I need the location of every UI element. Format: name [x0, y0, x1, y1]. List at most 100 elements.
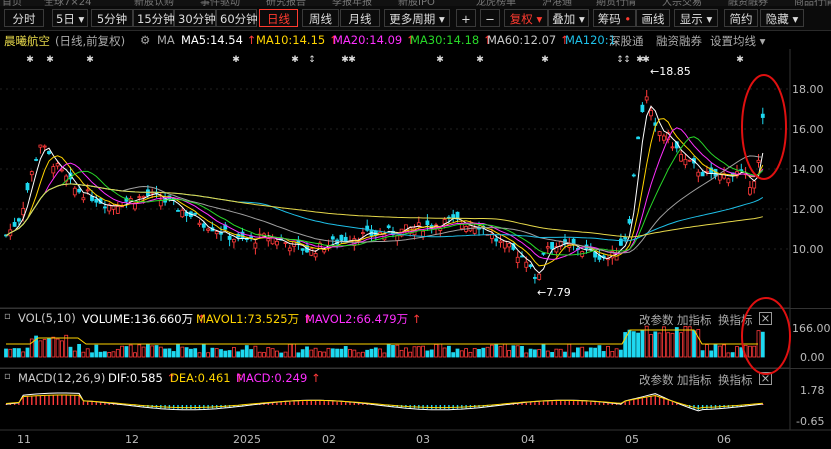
- kline-chart-canvas[interactable]: ✱ ✱ ✱ ✱ ✱ ↕ ✱ ✱ ✱ ✱ ✱ ↕ ↕ ✱✱ ✱: [0, 0, 831, 449]
- candle-body: [649, 110, 653, 117]
- volume-bar: [305, 346, 309, 358]
- candle-body: [760, 113, 765, 118]
- volume-bar: [124, 346, 129, 358]
- candle-body: [550, 242, 554, 250]
- candle-body: [662, 135, 666, 141]
- candle-body: [541, 252, 546, 255]
- volume-bar: [77, 343, 81, 358]
- volume-bar: [580, 346, 585, 358]
- volume-bar: [498, 346, 503, 358]
- volume-bar: [644, 325, 649, 358]
- volume-bar: [541, 344, 546, 358]
- volume-bar: [713, 344, 718, 358]
- volume-bar: [515, 345, 520, 358]
- volume-bar: [339, 348, 344, 358]
- candle-body: [94, 198, 99, 203]
- volume-bar: [502, 343, 507, 358]
- volume-bar: [103, 351, 107, 358]
- candle-body: [103, 206, 107, 209]
- volume-bar: [25, 347, 30, 358]
- volume-bar: [752, 345, 757, 358]
- volume-bar: [481, 347, 486, 358]
- volume-bar: [468, 351, 473, 358]
- volume-bar: [68, 346, 73, 358]
- volume-bar: [240, 349, 245, 358]
- candle-body: [687, 159, 692, 162]
- candle-body: [507, 243, 512, 248]
- event-marker-icon: ✱: [348, 55, 356, 65]
- candle-body: [619, 238, 623, 246]
- candle-body: [533, 277, 537, 279]
- candle-body: [752, 180, 757, 189]
- volume-bar: [201, 344, 206, 358]
- volume-bar: [180, 346, 185, 358]
- volume-bar: [42, 338, 47, 358]
- candle-body: [12, 222, 17, 227]
- volume-bar: [360, 351, 365, 358]
- candle-body: [141, 195, 146, 198]
- volume-bar: [317, 351, 322, 358]
- candle-body: [679, 154, 683, 162]
- volume-bar: [244, 345, 249, 358]
- candle-body: [38, 144, 43, 148]
- candle-body: [115, 206, 120, 214]
- volume-bar: [145, 343, 150, 358]
- volume-bar: [236, 351, 241, 358]
- candle-body: [382, 233, 387, 241]
- volume-bar: [588, 347, 593, 358]
- volume-bar: [425, 350, 430, 358]
- volume-bar: [115, 348, 120, 358]
- event-marker-icon: ↕: [308, 55, 316, 65]
- volume-bar: [674, 327, 679, 358]
- volume-bar: [666, 332, 671, 358]
- candle-body: [545, 246, 550, 249]
- volume-bar: [408, 351, 413, 358]
- candle-body: [386, 225, 391, 228]
- volume-bar: [421, 345, 426, 358]
- volume-bar: [434, 344, 438, 358]
- candle-body: [51, 166, 56, 174]
- volume-bar: [748, 345, 752, 358]
- candle-body: [748, 187, 752, 195]
- candle-body: [726, 178, 731, 184]
- candle-body: [700, 171, 705, 177]
- volume-bar: [85, 348, 90, 358]
- volume-bar: [584, 351, 589, 358]
- candle-body: [16, 218, 21, 222]
- volume-bar: [545, 350, 550, 358]
- candle-body: [55, 163, 60, 167]
- volume-bar: [416, 346, 421, 358]
- volume-bar: [464, 348, 469, 358]
- volume-bar: [51, 336, 56, 358]
- candle-body: [636, 136, 640, 140]
- event-marker-icon: ✱: [26, 55, 34, 65]
- volume-bar: [489, 344, 494, 358]
- candle-body: [537, 273, 542, 280]
- volume-bar: [563, 351, 567, 358]
- candle-body: [300, 248, 305, 251]
- volume-bar: [206, 352, 211, 358]
- volume-bar: [90, 352, 94, 358]
- candle-body: [657, 131, 662, 136]
- candle-body: [756, 159, 761, 163]
- candle-body: [528, 264, 533, 267]
- volume-bar: [214, 348, 219, 358]
- volume-bar: [107, 352, 112, 358]
- volume-bar: [197, 352, 202, 358]
- volume-bar: [47, 338, 51, 358]
- volume-bar: [382, 352, 387, 358]
- candle-body: [442, 219, 447, 224]
- candle-body: [29, 171, 34, 176]
- volume-bar: [700, 350, 705, 358]
- volume-bar: [326, 347, 331, 358]
- highlight-circle: [741, 297, 791, 375]
- volume-bar: [722, 344, 726, 358]
- candle-body: [683, 158, 688, 166]
- volume-bar: [98, 351, 103, 358]
- volume-bar: [511, 345, 516, 358]
- volume-bar: [296, 352, 301, 358]
- volume-bar: [60, 340, 64, 358]
- volume-bar: [429, 349, 434, 358]
- volume-bar: [348, 349, 352, 358]
- volume-bar: [606, 345, 610, 358]
